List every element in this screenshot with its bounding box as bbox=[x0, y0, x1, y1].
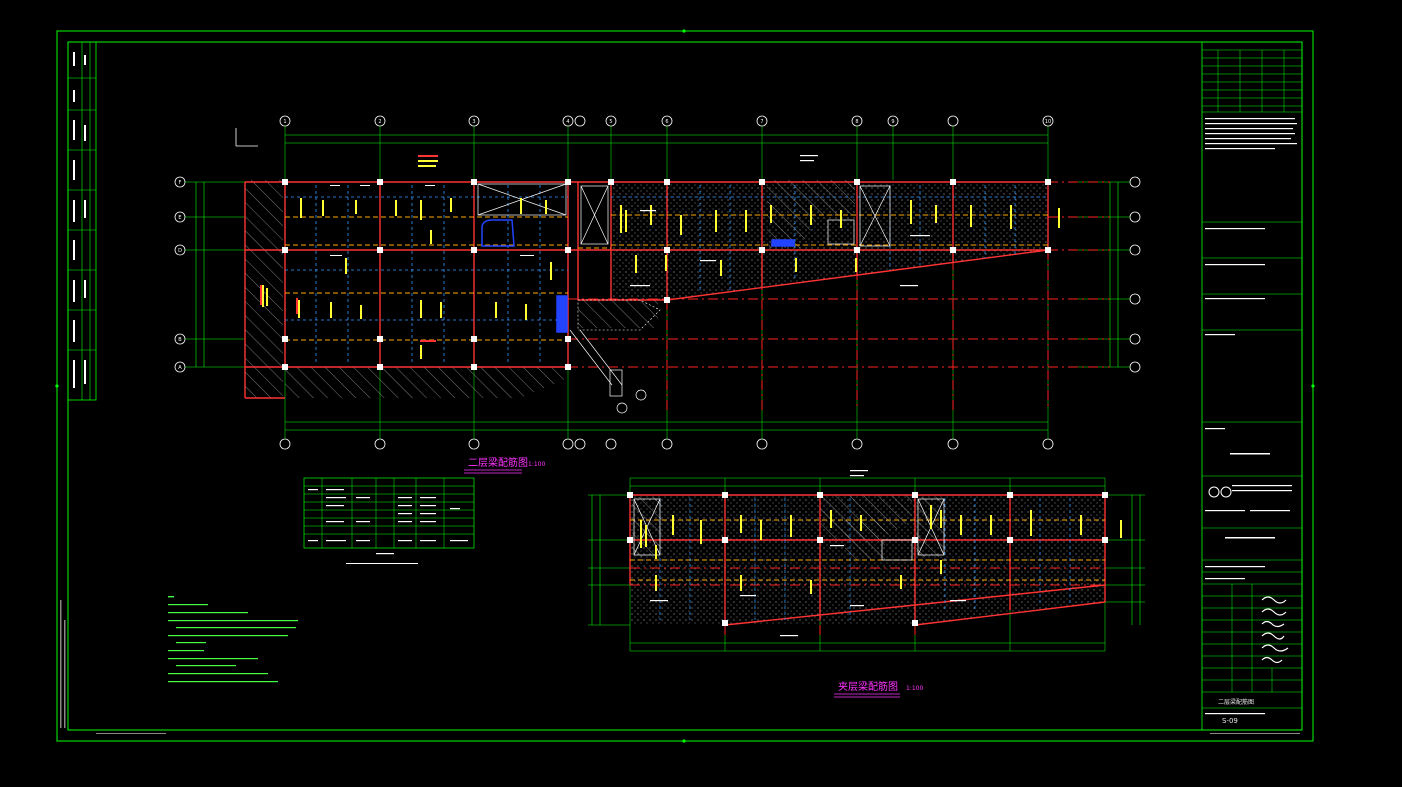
plan2-beam-layout bbox=[588, 470, 1145, 652]
svg-text:2: 2 bbox=[378, 119, 381, 125]
cad-drawing-canvas[interactable]: 二层梁配筋图 S-09 1 2 3 4 5 6 7 8 9 10 FED BA 二层梁配筋图… bbox=[0, 0, 1402, 787]
svg-text:D: D bbox=[178, 248, 182, 254]
plan1-axis-bubbles-bottom bbox=[279, 438, 1054, 450]
svg-text:E: E bbox=[178, 215, 181, 221]
svg-text:8: 8 bbox=[855, 119, 858, 125]
svg-text:A: A bbox=[178, 365, 182, 371]
plan1-scale: 1:100 bbox=[528, 461, 545, 468]
plan1-axis-bubbles-right bbox=[1129, 176, 1141, 373]
plan2-title: 夹层梁配筋图 bbox=[838, 680, 898, 693]
plan1-title: 二层梁配筋图 bbox=[468, 456, 528, 469]
plan1-slab-zone bbox=[611, 180, 1048, 300]
svg-text:3: 3 bbox=[472, 119, 475, 125]
title-block: 二层梁配筋图 S-09 bbox=[1201, 41, 1303, 731]
svg-text:1: 1 bbox=[283, 119, 286, 125]
svg-text:B: B bbox=[178, 337, 182, 343]
title-block-drawing-name: 二层梁配筋图 bbox=[1218, 698, 1254, 706]
notes-block bbox=[168, 596, 298, 683]
plan2-scale: 1:100 bbox=[906, 685, 923, 692]
svg-text:4: 4 bbox=[566, 119, 569, 125]
svg-text:5: 5 bbox=[609, 119, 612, 125]
svg-text:6: 6 bbox=[665, 119, 668, 125]
svg-text:9: 9 bbox=[891, 119, 894, 125]
sheet-number: S-09 bbox=[1222, 717, 1238, 725]
svg-text:7: 7 bbox=[760, 119, 763, 125]
plan1-beam-layout: 1 2 3 4 5 6 7 8 9 10 F E D B A bbox=[174, 115, 1141, 450]
elevation-table bbox=[303, 477, 475, 564]
svg-text:10: 10 bbox=[1045, 119, 1051, 125]
svg-text:F: F bbox=[179, 180, 182, 186]
left-revision-strip bbox=[60, 41, 97, 728]
